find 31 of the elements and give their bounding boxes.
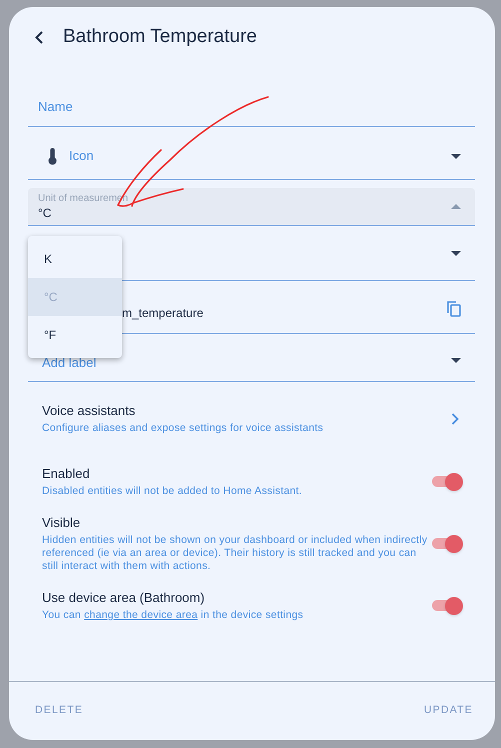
caret-icon <box>451 154 461 158</box>
caret-icon <box>451 250 461 256</box>
caret-icon <box>451 358 461 363</box>
delete-button[interactable]: DELETE <box>35 703 84 719</box>
setting-title: Visible <box>42 514 82 532</box>
field-placeholder: Add label <box>42 354 96 372</box>
update-button[interactable]: UPDATE <box>424 703 473 719</box>
toggle-switch[interactable] <box>432 472 463 490</box>
setting-title: Enabled <box>42 465 91 483</box>
setting-description: Hidden entities will not be shown on your dashboard or included when indirectly referenced (ie via an area or device). Their history is still tracked and you can still interact with them with actions. <box>42 534 428 573</box>
setting-description: Disabled entities will not be added to Home Assistant. <box>42 485 304 498</box>
field-label: Name <box>38 98 73 116</box>
field-value: °C <box>38 204 52 220</box>
toggle-switch[interactable] <box>432 534 463 552</box>
menu-item[interactable]: K <box>28 240 122 278</box>
chevron-right-icon[interactable] <box>451 412 459 424</box>
setting-description: Configure aliases and expose settings for voice assistants <box>42 422 324 435</box>
dialog-title: Bathroom Temperature <box>63 24 257 49</box>
device-area-link[interactable]: change the device area <box>84 609 198 621</box>
toggle-switch[interactable] <box>432 596 463 614</box>
copy-button[interactable] <box>447 301 461 317</box>
name-field[interactable]: Name <box>28 85 475 127</box>
icon-field[interactable]: Icon <box>28 127 475 180</box>
field-value: m_temperature <box>122 305 204 322</box>
chevron-left-icon <box>35 30 43 44</box>
setting-description: You can change the device area in the device settings <box>42 609 304 622</box>
menu-item[interactable]: °C <box>28 278 122 316</box>
setting-title: Use device area (Bathroom) <box>42 589 206 607</box>
field-label: Icon <box>69 147 94 166</box>
setting-title: Voice assistants <box>42 402 136 420</box>
thermometer-icon <box>48 148 57 164</box>
